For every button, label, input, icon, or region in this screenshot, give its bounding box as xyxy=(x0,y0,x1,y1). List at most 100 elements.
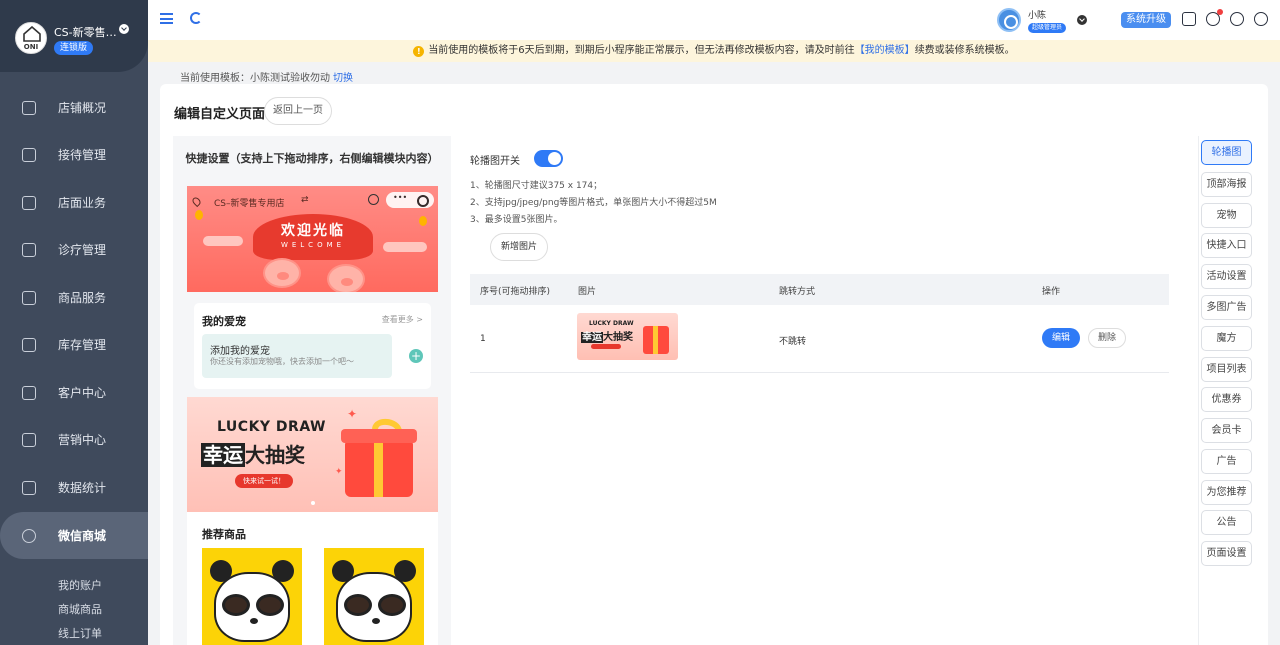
sidebar-subitem-my-account[interactable]: 我的账户 xyxy=(58,577,102,593)
shop-logo: ONI PET xyxy=(15,22,47,54)
sidebar-item-clinic[interactable]: 诊疗管理 xyxy=(0,226,148,273)
module-tab-top-poster[interactable]: 顶部海报 xyxy=(1201,172,1252,197)
sidebar-item-label: 接待管理 xyxy=(58,148,107,162)
add-pet-plus-icon[interactable]: + xyxy=(409,349,423,363)
sidebar-item-customers[interactable]: 客户中心 xyxy=(0,369,148,416)
notice-text-end: 续费或装修系统模板。 xyxy=(914,45,1015,56)
chevron-down-icon[interactable] xyxy=(119,24,129,34)
sidebar-item-statistics[interactable]: 数据统计 xyxy=(0,464,148,511)
clipboard-icon xyxy=(22,147,36,162)
sidebar-item-label: 营销中心 xyxy=(58,433,107,447)
sidebar-item-reception[interactable]: 接待管理 xyxy=(0,131,148,178)
view-more-link[interactable]: 查看更多 > xyxy=(382,314,423,325)
edit-button[interactable]: 编辑 xyxy=(1042,328,1081,348)
calendar-icon[interactable] xyxy=(1182,12,1196,26)
user-name: 小陈 xyxy=(1028,11,1047,21)
delete-button[interactable]: 删除 xyxy=(1088,328,1127,348)
switch-template-link[interactable]: 切换 xyxy=(333,73,353,84)
upgrade-button[interactable]: 系统升级 xyxy=(1121,12,1171,28)
logo-text: ONI PET xyxy=(23,43,39,51)
menu-toggle-icon[interactable] xyxy=(160,13,173,24)
medical-kit-icon xyxy=(22,242,36,257)
lucky-draw-cta: 快来试一试！ xyxy=(235,474,293,488)
module-tab-membership[interactable]: 会员卡 xyxy=(1201,418,1252,443)
sparkle-icon: ✦ xyxy=(347,407,358,421)
product-card[interactable] xyxy=(202,548,302,645)
add-pet-hint: 你还没有添加宠物哦，快去添加一个吧～ xyxy=(210,357,354,366)
preview-panel: 快捷设置（支持上下拖动排序，右侧编辑模块内容） CS–新零售专用店 ⇄ 欢迎光临… xyxy=(173,136,451,645)
module-tab-multi-ad[interactable]: 多图广告 xyxy=(1201,295,1252,320)
module-tab-announcement[interactable]: 公告 xyxy=(1201,510,1252,535)
sidebar-item-label: 客户中心 xyxy=(58,386,107,400)
user-role-badge: 超级管理员 xyxy=(1028,23,1067,33)
recommend-title: 推荐商品 xyxy=(202,528,246,541)
sunglasses-lens xyxy=(256,594,284,616)
rule-line: 1、轮播图尺寸建议375 x 174； xyxy=(470,181,603,191)
module-tab-ad[interactable]: 广告 xyxy=(1201,449,1252,474)
lucky-draw-cn: 幸运 大抽奖 xyxy=(201,439,305,468)
customer-icon xyxy=(22,385,36,400)
panda-illustration xyxy=(214,572,290,642)
sidebar-item-marketing[interactable]: 营销中心 xyxy=(0,416,148,463)
module-tab-carousel[interactable]: 轮播图 xyxy=(1201,140,1252,165)
welcome-sign: 欢迎光临 WELCOME xyxy=(253,214,373,260)
add-image-button[interactable]: 新增图片 xyxy=(490,233,549,261)
recommend-module[interactable]: 推荐商品 xyxy=(187,512,438,645)
bell-icon[interactable] xyxy=(1206,9,1223,26)
house-icon xyxy=(23,26,41,42)
pig-illustration xyxy=(327,264,365,292)
current-template: 当前使用模板：小陈测试验收勿动 切换 xyxy=(180,69,353,84)
column-header: 图片 xyxy=(578,287,597,297)
shop-name[interactable]: CS-新零售专... xyxy=(54,24,120,40)
module-tab-coupons[interactable]: 优惠券 xyxy=(1201,387,1252,412)
sidebar-item-products[interactable]: 商品服务 xyxy=(0,274,148,321)
sidebar-item-store-business[interactable]: 店面业务 xyxy=(0,179,148,226)
sidebar-item-wechat-mall[interactable]: 微信商城 xyxy=(0,512,148,559)
module-nav-divider xyxy=(1198,136,1199,645)
row-jump-mode: 不跳转 xyxy=(779,337,807,347)
help-icon[interactable] xyxy=(1254,12,1268,26)
cloud-decoration xyxy=(383,242,427,252)
gift-box-illustration xyxy=(643,326,669,354)
sidebar-item-label: 库存管理 xyxy=(58,338,107,352)
sidebar-subitem-online-orders[interactable]: 线上订单 xyxy=(58,625,102,641)
refresh-icon[interactable] xyxy=(190,12,202,24)
carousel-banner-preview[interactable]: CS–新零售专用店 ⇄ 欢迎光临 WELCOME xyxy=(187,186,438,292)
module-tab-pets[interactable]: 宠物 xyxy=(1201,203,1252,228)
module-tab-project-list[interactable]: 项目列表 xyxy=(1201,357,1252,382)
lucky-draw-banner[interactable]: ✦ ✦ LUCKY DRAW 幸运 大抽奖 快来试一试！ xyxy=(187,397,438,512)
pig-illustration xyxy=(263,258,301,288)
sidebar-item-store-overview[interactable]: 店铺概况 xyxy=(0,84,148,131)
table-row[interactable]: 1 LUCKY DRAW 幸运大抽奖 不跳转 编辑 删除 xyxy=(470,305,1169,373)
lucky-rest: 大抽奖 xyxy=(245,443,305,467)
quick-settings-title: 快捷设置（支持上下拖动排序，右侧编辑模块内容） xyxy=(185,152,439,165)
module-tab-quick-entry[interactable]: 快捷入口 xyxy=(1201,233,1252,258)
sunglasses-lens xyxy=(222,594,250,616)
headset-icon[interactable] xyxy=(1230,12,1244,26)
search-icon xyxy=(368,194,379,205)
sidebar-item-label: 数据统计 xyxy=(58,481,107,495)
module-tab-page-settings[interactable]: 页面设置 xyxy=(1201,541,1252,566)
thumb-cta xyxy=(591,344,621,349)
thumb-rest: 大抽奖 xyxy=(603,332,633,343)
chevron-down-icon[interactable] xyxy=(1077,15,1087,25)
current-template-label: 当前使用模板：小陈测试验收勿动 xyxy=(180,73,330,84)
my-pets-module[interactable]: 我的爱宠 查看更多 > 添加我的爱宠 你还没有添加宠物哦，快去添加一个吧～ + xyxy=(194,303,431,389)
add-pet-card[interactable]: 添加我的爱宠 你还没有添加宠物哦，快去添加一个吧～ xyxy=(202,334,392,378)
cloud-decoration xyxy=(203,236,243,246)
module-tab-recommend[interactable]: 为您推荐 xyxy=(1201,480,1252,505)
back-button[interactable]: 返回上一页 xyxy=(264,97,332,125)
avatar[interactable] xyxy=(997,8,1021,32)
sparkle-icon: ✦ xyxy=(335,467,343,477)
my-templates-link[interactable]: 【我的模板】 xyxy=(855,45,915,56)
sidebar-subitem-mall-products[interactable]: 商城商品 xyxy=(58,601,102,617)
column-header: 操作 xyxy=(1042,287,1061,297)
module-tab-magic-cube[interactable]: 魔方 xyxy=(1201,326,1252,351)
carousel-dot xyxy=(311,501,315,505)
sidebar-item-inventory[interactable]: 库存管理 xyxy=(0,321,148,368)
product-card[interactable] xyxy=(324,548,424,645)
carousel-toggle[interactable] xyxy=(534,150,563,167)
sidebar-item-label: 诊疗管理 xyxy=(58,243,107,257)
sunglasses-lens xyxy=(344,594,372,616)
module-tab-activity[interactable]: 活动设置 xyxy=(1201,264,1252,289)
